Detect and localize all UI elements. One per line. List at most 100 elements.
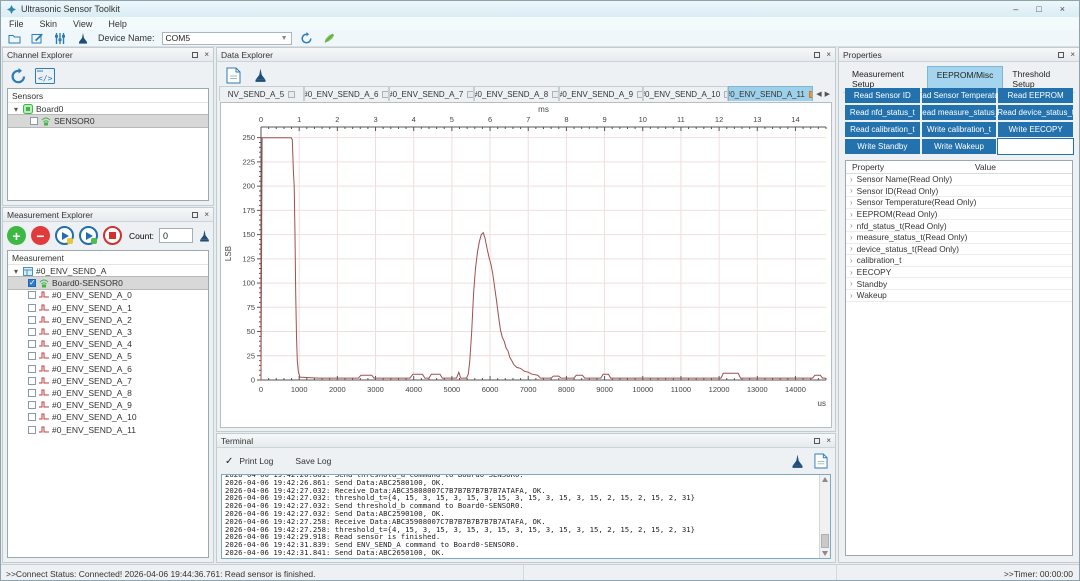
eeprom-action-button[interactable]: Read measure_status_t [922,105,997,120]
chevron-right-icon[interactable]: › [850,256,853,265]
property-row[interactable]: ›Sensor Name(Read Only) [846,174,1072,186]
eeprom-action-button[interactable]: Read nfd_status_t [845,105,920,120]
run-once-button[interactable] [55,226,74,245]
pin-icon[interactable] [192,52,198,58]
measurement-item[interactable]: #0_ENV_SEND_A_3 [8,326,208,338]
env-chart[interactable]: 0011000220003300044000550006600077000880… [221,103,831,428]
device-name-combo[interactable]: COM5 ▼ [162,32,292,45]
measurement-item-checkbox[interactable] [28,389,36,397]
remove-measurement-button[interactable]: − [31,226,50,245]
tab-next-icon[interactable]: ▶ [825,90,830,98]
eeprom-action-button[interactable]: Write calibration_t [922,122,997,137]
data-tab[interactable]: #0_ENV_SEND_A_8 [474,86,559,101]
data-tab[interactable]: #0_ENV_SEND_A_11 [728,86,813,101]
measurement-item-checkbox[interactable] [28,426,36,434]
property-row[interactable]: ›nfd_status_t(Read Only) [846,220,1072,232]
eeprom-action-button[interactable]: Read EEPROM [998,88,1073,103]
collapse-icon[interactable]: ▾ [12,267,20,276]
minimize-button[interactable]: – [1013,4,1018,14]
close-icon[interactable]: × [204,211,209,219]
eeprom-action-button[interactable]: Read Sensor ID [845,88,920,103]
pin-icon[interactable] [814,438,820,444]
run-continuous-button[interactable] [79,226,98,245]
scroll-thumb[interactable] [821,534,829,548]
chevron-right-icon[interactable]: › [850,198,853,207]
property-row[interactable]: ›EECOPY [846,267,1072,279]
edit-icon[interactable] [29,31,45,45]
property-row[interactable]: ›Standby [846,278,1072,290]
menu-skin[interactable]: Skin [40,19,58,29]
measurement-item[interactable]: #0_ENV_SEND_A_9 [8,399,208,411]
refresh-icon[interactable] [299,31,315,45]
close-icon[interactable]: × [204,51,209,59]
eeprom-action-button[interactable]: Read Sensor Temperature [922,88,997,103]
add-measurement-button[interactable]: + [7,226,26,245]
code-icon[interactable]: </> [34,67,56,85]
board0-sensor0-checkbox[interactable] [28,279,36,287]
sliders-icon[interactable] [52,31,68,45]
close-icon[interactable]: × [826,51,831,59]
measurement-item[interactable]: #0_ENV_SEND_A_6 [8,363,208,375]
tab-prev-icon[interactable]: ◀ [816,90,821,98]
stop-button[interactable] [103,226,122,245]
measurement-item[interactable]: #0_ENV_SEND_A_2 [8,314,208,326]
data-tab[interactable]: NV_SEND_A_5 [219,86,304,101]
tree-item-board0[interactable]: ▾ Board0 [8,103,208,115]
eeprom-action-button[interactable]: Write Wakeup [922,139,997,154]
chevron-right-icon[interactable]: › [850,291,853,300]
tree-item-board0-sensor0[interactable]: Board0-SENSOR0 [8,277,208,289]
pin-icon[interactable] [192,212,198,218]
measurement-item-checkbox[interactable] [28,401,36,409]
measurement-item[interactable]: #0_ENV_SEND_A_4 [8,338,208,350]
measurement-item[interactable]: #0_ENV_SEND_A_8 [8,387,208,399]
property-row[interactable]: ›Wakeup [846,290,1072,302]
chevron-right-icon[interactable]: › [850,279,853,288]
measurement-item[interactable]: #0_ENV_SEND_A_5 [8,350,208,362]
data-tab[interactable]: #0_ENV_SEND_A_7 [389,86,474,101]
measurement-item-checkbox[interactable] [28,377,36,385]
chevron-right-icon[interactable]: › [850,175,853,184]
connect-icon[interactable] [322,31,338,45]
tab-close-icon[interactable] [288,91,295,98]
measurement-item[interactable]: #0_ENV_SEND_A_7 [8,375,208,387]
sensor0-checkbox[interactable] [30,117,38,125]
brush-icon[interactable] [789,454,805,468]
terminal-log[interactable]: 2026-04-06 19:42:26.861: Send threshold_… [221,474,831,559]
measurement-item-checkbox[interactable] [28,304,36,312]
measurement-item-checkbox[interactable] [28,316,36,324]
chevron-right-icon[interactable]: › [850,268,853,277]
menu-file[interactable]: File [9,19,24,29]
property-row[interactable]: ›device_status_t(Read Only) [846,244,1072,256]
maximize-button[interactable]: □ [1036,4,1041,14]
collapse-icon[interactable]: ▾ [12,105,20,114]
measurement-item-checkbox[interactable] [28,291,36,299]
count-input[interactable]: 0 [159,228,193,243]
measurement-item[interactable]: #0_ENV_SEND_A_0 [8,289,208,301]
eeprom-action-button[interactable]: Read calibration_t [845,122,920,137]
save-log-icon[interactable] [813,454,829,468]
print-log-checkbox[interactable]: Print Log [239,456,273,466]
brush-icon[interactable] [198,229,211,243]
eeprom-action-button[interactable]: Write EECOPY [998,122,1073,137]
data-tab[interactable]: #0_ENV_SEND_A_9 [559,86,644,101]
property-row[interactable]: ›calibration_t [846,255,1072,267]
pin-icon[interactable] [1058,52,1064,58]
property-row[interactable]: ›Sensor Temperature(Read Only) [846,197,1072,209]
data-tab[interactable]: #0_ENV_SEND_A_10 [643,86,728,101]
scroll-up-icon[interactable] [822,477,828,482]
refresh-channels-icon[interactable] [8,67,28,85]
measurement-item-checkbox[interactable] [28,328,36,336]
folder-icon[interactable] [6,31,22,45]
chevron-right-icon[interactable]: › [850,244,853,253]
tree-item-sensor0[interactable]: SENSOR0 [8,115,208,127]
measurement-item[interactable]: #0_ENV_SEND_A_11 [8,423,208,435]
chevron-right-icon[interactable]: › [850,221,853,230]
eeprom-action-button[interactable]: Read device_status_t [998,105,1073,120]
data-tab[interactable]: #0_ENV_SEND_A_6 [304,86,389,101]
property-row[interactable]: ›EEPROM(Read Only) [846,209,1072,221]
property-row[interactable]: ›measure_status_t(Read Only) [846,232,1072,244]
close-icon[interactable]: × [826,437,831,445]
save-log-checkbox[interactable]: Save Log [295,456,331,466]
menu-view[interactable]: View [73,19,92,29]
measurement-item-checkbox[interactable] [28,352,36,360]
